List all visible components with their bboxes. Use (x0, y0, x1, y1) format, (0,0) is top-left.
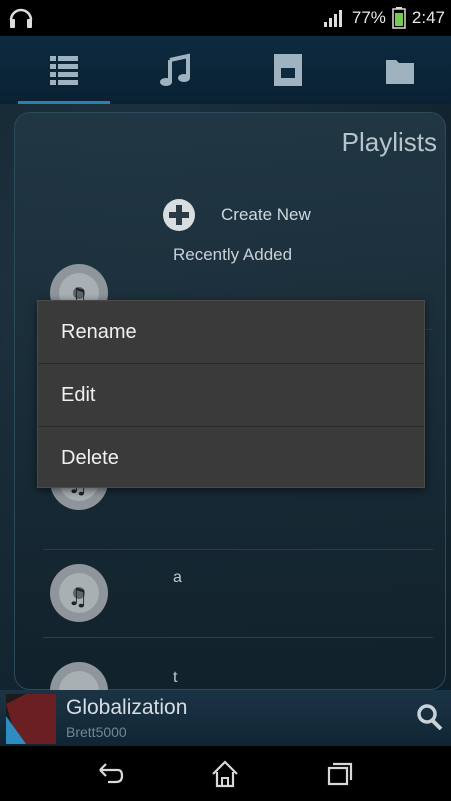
battery-icon (392, 7, 406, 29)
album-art-icon: ♫ (50, 564, 108, 622)
now-playing-bar[interactable]: Globalization Brett5000 (0, 690, 451, 746)
navigation-bar (0, 746, 451, 801)
playlist-name[interactable]: t (173, 669, 177, 687)
row-divider (43, 549, 433, 550)
svg-text:♫: ♫ (67, 583, 89, 611)
tab-songs[interactable] (120, 36, 232, 104)
edit-menu-item[interactable]: Edit (38, 364, 424, 427)
clock: 2:47 (411, 8, 445, 27)
playlist-name[interactable]: a (173, 569, 182, 587)
recently-added-label: Recently Added (173, 245, 293, 264)
status-bar: 77% 2:47 (0, 0, 451, 36)
page-title: Playlists (341, 127, 437, 157)
row-divider (43, 637, 433, 638)
folder-icon (386, 60, 414, 84)
tab-folders[interactable] (344, 36, 451, 104)
list-icon (50, 56, 78, 85)
signal-icon (323, 10, 342, 27)
create-new-button[interactable]: Create New (161, 197, 311, 233)
tab-bar (0, 36, 451, 105)
now-playing-artist: Brett5000 (66, 724, 127, 740)
tab-playlists[interactable] (8, 36, 120, 104)
headphones-icon (9, 8, 33, 28)
battery-percent: 77% (351, 8, 386, 27)
home-icon[interactable] (207, 756, 243, 792)
create-new-label: Create New (221, 205, 311, 224)
album-icon (274, 54, 302, 86)
recent-apps-icon[interactable] (322, 756, 358, 792)
now-playing-art (6, 694, 56, 744)
now-playing-title: Globalization (66, 696, 188, 719)
context-menu: Rename Edit Delete (37, 300, 425, 488)
music-note-icon (160, 53, 190, 86)
rename-menu-item[interactable]: Rename (38, 301, 424, 364)
plus-icon (163, 199, 195, 231)
search-icon[interactable] (417, 704, 443, 730)
delete-menu-item[interactable]: Delete (38, 427, 424, 489)
back-icon[interactable] (92, 756, 128, 792)
tab-albums[interactable] (232, 36, 344, 104)
